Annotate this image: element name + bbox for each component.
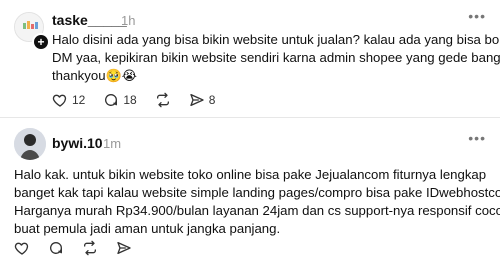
post-text: Halo kak. untuk bikin website toko onlin… xyxy=(14,166,500,238)
share-count: 8 xyxy=(208,93,216,107)
heart-icon xyxy=(14,240,30,256)
emoji: 🥹😭 xyxy=(105,68,137,83)
avatar[interactable] xyxy=(14,128,46,160)
send-icon xyxy=(116,240,132,256)
heart-icon xyxy=(52,92,68,108)
post-text-line: banget kak tapi kalau website simple lan… xyxy=(14,185,500,200)
timestamp: 1h xyxy=(121,13,136,28)
send-icon xyxy=(189,92,205,108)
post-actions xyxy=(14,240,150,256)
username[interactable]: bywi.10 xyxy=(52,135,103,151)
thread-post-1: + taske_____ 1h ••• Halo disini ada yang… xyxy=(0,0,500,118)
post-text-line: buat pemula jadi aman untuk jangka panja… xyxy=(14,221,281,236)
share-button[interactable]: 8 xyxy=(189,92,216,108)
reply-button[interactable] xyxy=(48,240,64,256)
more-icon[interactable]: ••• xyxy=(468,130,486,146)
reply-count: 18 xyxy=(123,93,137,107)
post-text-line: DM yaa, kepikiran bikin website sendiri … xyxy=(52,50,500,65)
share-button[interactable] xyxy=(116,240,132,256)
post-text-line: Halo kak. untuk bikin website toko onlin… xyxy=(14,167,487,182)
like-button[interactable] xyxy=(14,240,30,256)
repost-button[interactable] xyxy=(82,240,98,256)
post-text: Halo disini ada yang bisa bikin website … xyxy=(52,31,500,85)
thread-post-2: bywi.10 1m ••• Halo kak. untuk bikin web… xyxy=(0,118,500,269)
like-count: 12 xyxy=(72,93,86,107)
repost-button[interactable] xyxy=(155,92,171,108)
post-actions: 12 18 8 xyxy=(52,92,233,108)
more-icon[interactable]: ••• xyxy=(468,8,486,24)
repost-icon xyxy=(155,92,171,108)
repost-icon xyxy=(82,240,98,256)
post-text-line: thankyou🥹😭 xyxy=(52,67,492,85)
reply-button[interactable]: 18 xyxy=(103,92,137,108)
post-text-line: Halo disini ada yang bisa bikin website … xyxy=(52,32,500,47)
post-text-line: Harganya murah Rp34.900/bulan layanan 24… xyxy=(14,203,500,218)
timestamp: 1m xyxy=(103,136,122,151)
comment-icon xyxy=(103,92,119,108)
follow-plus-icon[interactable]: + xyxy=(32,33,50,51)
username[interactable]: taske_____ xyxy=(52,12,127,28)
like-button[interactable]: 12 xyxy=(52,92,85,108)
post-text-line-part: thankyou xyxy=(52,68,106,83)
comment-icon xyxy=(48,240,64,256)
